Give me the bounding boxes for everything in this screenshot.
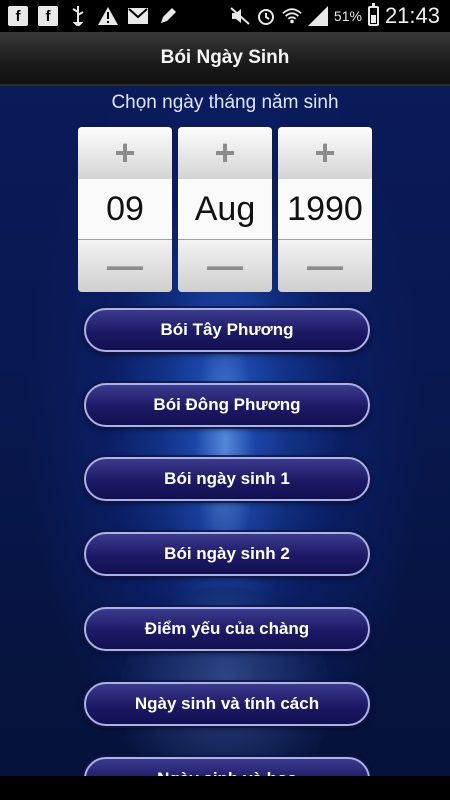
system-indicators: 51% 21:43 [230, 3, 440, 29]
warning-icon [98, 6, 118, 26]
mute-icon [230, 6, 250, 26]
year-decrement-button[interactable]: — [278, 239, 372, 292]
gmail-icon [128, 6, 148, 26]
status-bar: f f 51% 21:43 [0, 0, 450, 32]
main-content: Chọn ngày tháng năm sinh + 09 — + Aug — … [0, 86, 450, 776]
usb-icon [68, 6, 88, 26]
page-title: Bói Ngày Sinh [160, 47, 290, 68]
birthday-personality-button[interactable]: Ngày sinh và tính cách [84, 682, 370, 726]
day-picker: + 09 — [78, 127, 172, 292]
month-value[interactable]: Aug [178, 179, 272, 240]
birthday-reading-2-button[interactable]: Bói ngày sinh 2 [84, 532, 370, 576]
battery-percentage: 51% [333, 8, 362, 24]
western-horoscope-button[interactable]: Bói Tây Phương [84, 308, 370, 352]
bottom-edge [0, 776, 450, 800]
month-picker: + Aug — [178, 127, 272, 292]
pen-icon [158, 6, 178, 26]
facebook-icon: f [8, 6, 28, 26]
day-increment-button[interactable]: + [78, 127, 172, 180]
wifi-icon [282, 6, 302, 26]
battery-level-fill [370, 14, 376, 23]
battery-icon [367, 3, 379, 26]
app-title-bar: Bói Ngày Sinh [0, 32, 450, 86]
month-increment-button[interactable]: + [178, 127, 272, 180]
year-picker: + 1990 — [278, 127, 372, 292]
year-increment-button[interactable]: + [278, 127, 372, 180]
day-value[interactable]: 09 [78, 179, 172, 240]
facebook-icon: f [38, 6, 58, 26]
year-value[interactable]: 1990 [278, 179, 372, 240]
clock: 21:43 [384, 3, 440, 28]
notification-icons: f f [8, 4, 178, 28]
birthday-reading-1-button[interactable]: Bói ngày sinh 1 [84, 457, 370, 501]
month-decrement-button[interactable]: — [178, 239, 272, 292]
alarm-icon [256, 6, 276, 26]
eastern-horoscope-button[interactable]: Bói Đông Phương [84, 383, 370, 427]
date-prompt-label: Chọn ngày tháng năm sinh [111, 92, 339, 113]
birthday-flower-button[interactable]: Ngày sinh và hoa [84, 757, 370, 776]
day-decrement-button[interactable]: — [78, 239, 172, 292]
his-weakness-button[interactable]: Điểm yếu của chàng [84, 607, 370, 651]
signal-icon [307, 6, 328, 26]
